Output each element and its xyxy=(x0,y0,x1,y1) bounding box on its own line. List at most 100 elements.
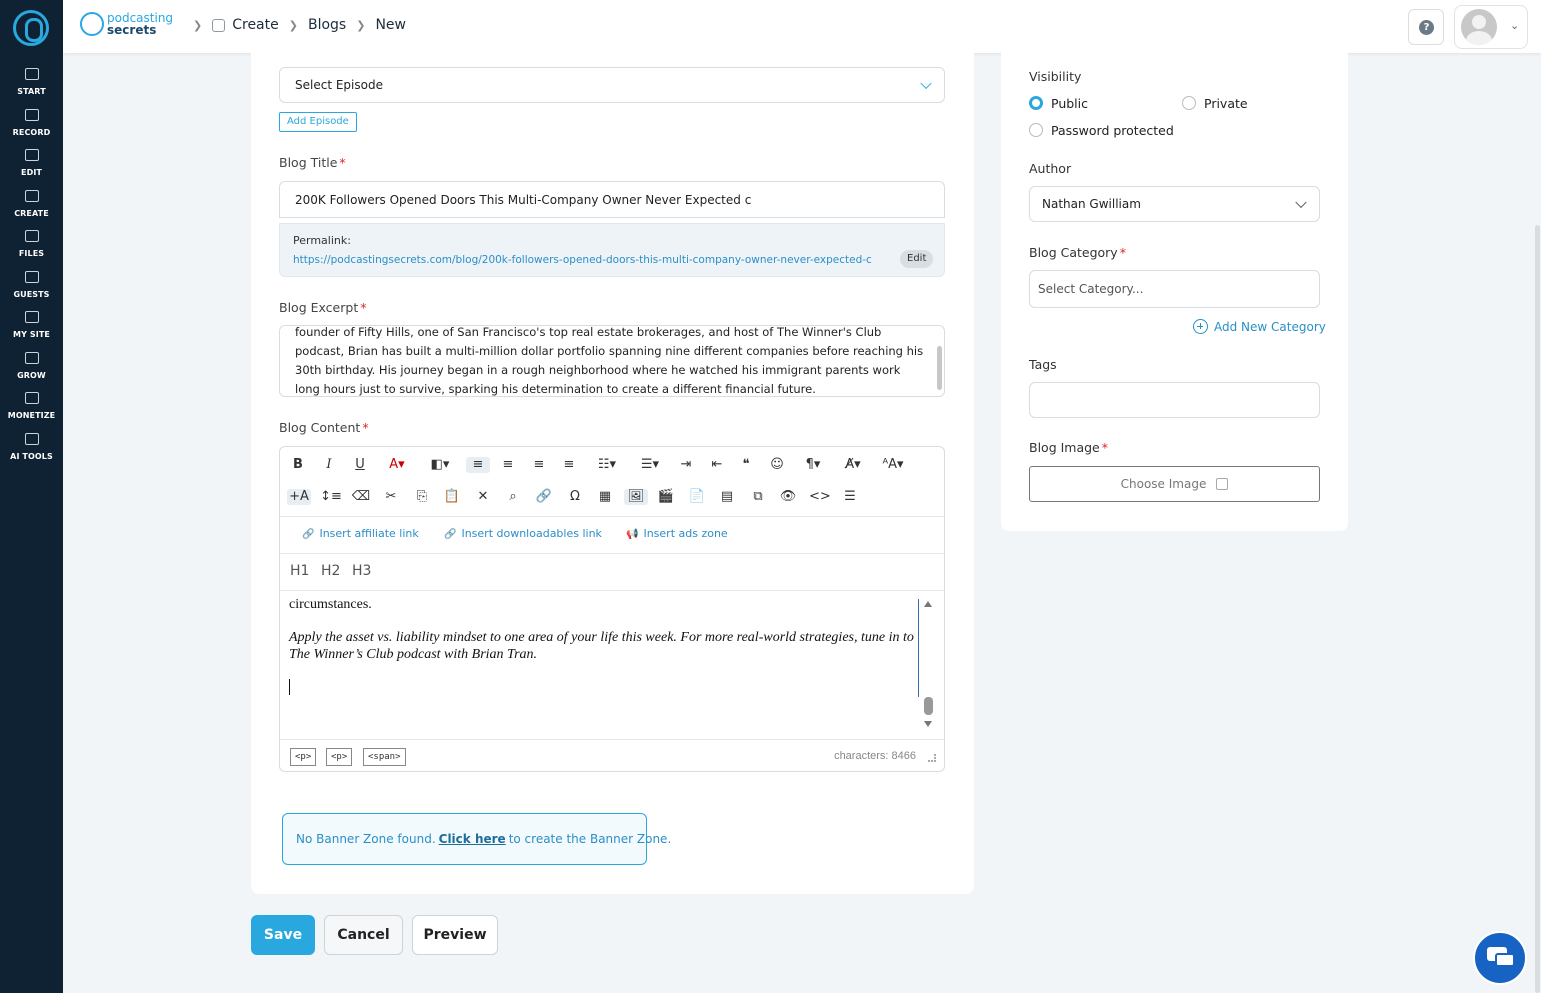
heading-1-button[interactable]: H1 xyxy=(290,563,309,579)
select-all-icon[interactable]: ☰ xyxy=(840,489,860,505)
visibility-label: Visibility xyxy=(1029,69,1082,84)
visibility-public-radio[interactable] xyxy=(1029,96,1043,110)
ai-write-icon[interactable]: +A xyxy=(287,489,311,505)
special-char-icon[interactable]: Ω xyxy=(565,489,585,505)
plus-circle-icon xyxy=(1193,319,1208,334)
remove-format-icon[interactable]: ✕ xyxy=(473,489,493,505)
add-new-category-button[interactable]: Add New Category xyxy=(1193,319,1326,334)
copy-icon[interactable]: ⎘ xyxy=(412,489,432,505)
left-nav-rail: START RECORD EDIT CREATE FILES GUESTS MY… xyxy=(0,0,63,993)
permalink-url[interactable]: https://podcastingsecrets.com/blog/200k-… xyxy=(293,254,872,266)
rail-item-guests[interactable]: GUESTS xyxy=(0,271,63,300)
clear-format-icon[interactable]: A̸▾ xyxy=(838,457,868,473)
code-view-icon[interactable]: <> xyxy=(809,489,831,505)
link-icon[interactable]: 🔗 xyxy=(534,489,554,505)
indent-icon[interactable]: ⇥ xyxy=(676,457,696,473)
blockquote-icon[interactable]: ❝ xyxy=(736,457,756,473)
insert-downloadables-link[interactable]: Insert downloadables link xyxy=(444,527,601,540)
visibility-password-label[interactable]: Password protected xyxy=(1051,123,1174,138)
path-tag[interactable]: <p> xyxy=(290,748,317,766)
rail-item-my-site[interactable]: MY SITE xyxy=(0,311,63,340)
embed-icon[interactable]: ⧉ xyxy=(748,489,768,505)
rail-item-files[interactable]: FILES xyxy=(0,230,63,259)
tags-input[interactable] xyxy=(1029,382,1320,418)
blog-category-select[interactable]: Select Category... xyxy=(1029,270,1320,308)
scrollbar[interactable] xyxy=(924,697,933,715)
scroll-down-arrow-icon[interactable] xyxy=(924,721,932,727)
emoji-icon[interactable]: ☺ xyxy=(767,457,787,473)
heading-3-button[interactable]: H3 xyxy=(352,563,371,579)
save-button[interactable]: Save xyxy=(251,915,315,955)
help-button[interactable]: ? xyxy=(1408,9,1444,45)
table-icon[interactable]: ▦ xyxy=(595,489,615,505)
font-size-icon[interactable]: ᴬA▾ xyxy=(878,457,908,473)
align-right-icon[interactable]: ≡ xyxy=(529,457,549,473)
rail-item-create[interactable]: CREATE xyxy=(0,190,63,219)
choose-image-button[interactable]: Choose Image xyxy=(1029,466,1320,502)
scroll-up-arrow-icon[interactable] xyxy=(924,601,932,607)
paragraph-format-icon[interactable]: ¶▾ xyxy=(798,457,828,473)
help-icon: ? xyxy=(1419,20,1434,35)
resize-handle-icon[interactable] xyxy=(928,754,936,762)
microphone-icon xyxy=(24,109,39,121)
episode-select[interactable]: Select Episode xyxy=(279,67,945,103)
chevron-down-icon: ⌄ xyxy=(1510,19,1520,32)
preview-button[interactable]: Preview xyxy=(412,915,498,955)
bold-icon[interactable]: B xyxy=(290,457,306,473)
insert-affiliate-link[interactable]: Insert affiliate link xyxy=(302,527,418,540)
image-icon[interactable]: 🖼 xyxy=(624,489,648,505)
rail-item-ai-tools[interactable]: AI TOOLS xyxy=(0,433,63,462)
scrollbar[interactable] xyxy=(937,346,942,390)
brand-logo[interactable]: podcasting secrets xyxy=(80,11,180,39)
rail-item-start[interactable]: START xyxy=(0,68,63,97)
outdent-icon[interactable]: ⇤ xyxy=(707,457,727,473)
rail-item-record[interactable]: RECORD xyxy=(0,109,63,138)
insert-ads-zone[interactable]: Insert ads zone xyxy=(626,527,727,540)
search-icon[interactable]: ⌕ xyxy=(503,489,523,505)
preview-eye-icon[interactable]: 👁 xyxy=(778,489,798,505)
chart-icon xyxy=(24,352,39,364)
underline-icon[interactable]: U xyxy=(352,457,368,473)
app-logo-icon[interactable] xyxy=(13,10,49,46)
unordered-list-icon[interactable]: ☰▾ xyxy=(633,457,667,473)
blog-excerpt-textarea[interactable]: founder of Fifty Hills, one of San Franc… xyxy=(279,325,945,397)
author-select[interactable]: Nathan Gwilliam xyxy=(1029,186,1320,222)
rail-item-monetize[interactable]: MONETIZE xyxy=(0,392,63,421)
breadcrumb-create[interactable]: Create xyxy=(232,17,279,33)
highlight-color-icon[interactable]: ◧▾ xyxy=(424,457,456,473)
visibility-private-radio[interactable] xyxy=(1182,96,1196,110)
line-height-icon[interactable]: ↕≡ xyxy=(320,489,342,505)
heading-2-button[interactable]: H2 xyxy=(321,563,340,579)
path-tag[interactable]: <span> xyxy=(363,748,406,766)
font-color-icon[interactable]: A▾ xyxy=(381,457,413,473)
italic-icon[interactable]: I xyxy=(321,457,337,473)
chat-widget-button[interactable] xyxy=(1473,931,1527,985)
template-icon[interactable]: ▤ xyxy=(717,489,737,505)
rail-item-grow[interactable]: GROW xyxy=(0,352,63,381)
visibility-password-radio[interactable] xyxy=(1029,123,1043,137)
page-scrollbar[interactable] xyxy=(1535,225,1540,993)
breadcrumb-blogs[interactable]: Blogs xyxy=(308,17,346,33)
align-left-icon[interactable]: ≡ xyxy=(466,457,490,473)
path-tag[interactable]: <p> xyxy=(326,748,353,766)
eraser-icon[interactable]: ⌫ xyxy=(351,489,371,505)
visibility-private-label[interactable]: Private xyxy=(1204,96,1248,111)
website-icon xyxy=(24,311,39,323)
video-icon[interactable]: 🎬 xyxy=(656,489,676,505)
blog-title-input[interactable]: 200K Followers Opened Doors This Multi-C… xyxy=(279,181,945,218)
align-justify-icon[interactable]: ≡ xyxy=(559,457,579,473)
align-center-icon[interactable]: ≡ xyxy=(498,457,518,473)
create-banner-zone-link[interactable]: Click here xyxy=(439,832,506,846)
visibility-public-label[interactable]: Public xyxy=(1051,96,1088,111)
file-icon[interactable]: 📄 xyxy=(687,489,707,505)
top-bar: podcasting secrets ❯ Create ❯ Blogs ❯ Ne… xyxy=(63,0,1541,53)
chevron-right-icon: ❯ xyxy=(193,18,203,32)
rail-item-edit[interactable]: EDIT xyxy=(0,149,63,178)
add-episode-button[interactable]: Add Episode xyxy=(279,112,357,132)
paste-icon[interactable]: 📋 xyxy=(442,489,462,505)
cancel-button[interactable]: Cancel xyxy=(324,915,403,955)
cut-icon[interactable]: ✂ xyxy=(381,489,401,505)
permalink-edit-button[interactable]: Edit xyxy=(900,250,934,268)
ordered-list-icon[interactable]: ☷▾ xyxy=(590,457,624,473)
user-menu-button[interactable]: ⌄ xyxy=(1454,5,1528,49)
